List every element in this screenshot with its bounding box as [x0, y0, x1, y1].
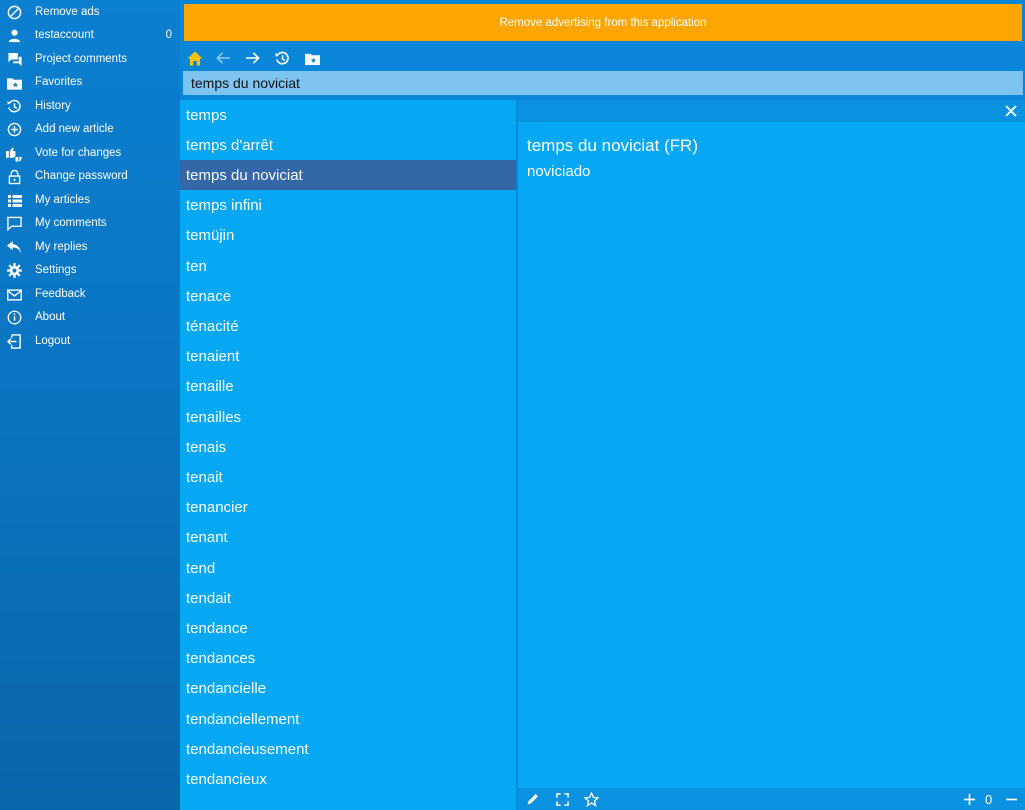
sidebar-item-label: Favorites — [35, 76, 83, 88]
list-item[interactable]: temps du noviciat — [180, 160, 516, 191]
list-item[interactable]: temps — [180, 100, 516, 130]
fullscreen-icon[interactable] — [554, 791, 570, 807]
folder-star-icon — [6, 74, 23, 91]
sidebar-item-logout[interactable]: Logout — [0, 330, 180, 353]
history-icon[interactable] — [272, 48, 292, 68]
list-item[interactable]: ténacité — [180, 311, 516, 341]
forward-arrow-icon[interactable] — [242, 48, 262, 68]
article-title: temps du noviciat (FR) — [527, 136, 698, 155]
article-header-bar — [518, 100, 1025, 122]
list-item[interactable]: tendances — [180, 644, 516, 674]
back-arrow-icon[interactable] — [213, 48, 233, 68]
list-item[interactable]: tendancieusement — [180, 734, 516, 764]
sidebar-item-label: Vote for changes — [35, 147, 122, 159]
sidebar-item-feedback[interactable]: Feedback — [0, 283, 180, 306]
sidebar-item-change-password[interactable]: Change password — [0, 165, 180, 188]
sidebar-item-favorites[interactable]: Favorites — [0, 71, 180, 94]
sidebar-item-about[interactable]: About — [0, 306, 180, 329]
thumbs-icon — [6, 145, 23, 162]
sidebar-item-vote[interactable]: Vote for changes — [0, 142, 180, 165]
edit-icon[interactable] — [525, 791, 541, 807]
sidebar-item-label: Change password — [35, 170, 128, 182]
mail-icon — [6, 286, 23, 303]
sidebar-item-label: Logout — [35, 335, 71, 347]
sidebar-item-label: Add new article — [35, 123, 114, 135]
sidebar-item-label: My articles — [35, 194, 90, 206]
sidebar-item-label: testaccount — [35, 29, 94, 41]
list-item[interactable]: temüjin — [180, 221, 516, 251]
list-item[interactable]: temps infini — [180, 191, 516, 221]
sidebar-item-label: Feedback — [35, 288, 86, 300]
article-footer-bar: 0 — [518, 788, 1025, 810]
sidebar-item-label: Settings — [35, 264, 77, 276]
search-input[interactable] — [183, 71, 1023, 95]
comments-icon — [6, 51, 23, 68]
list-item[interactable]: tenait — [180, 462, 516, 492]
sidebar-item-project-comments[interactable]: Project comments — [0, 48, 180, 71]
block-icon — [6, 4, 23, 21]
sidebar-item-my-articles[interactable]: My articles — [0, 189, 180, 212]
article-translation: noviciado — [527, 163, 591, 180]
sidebar-item-my-comments[interactable]: My comments — [0, 212, 180, 235]
logout-icon — [6, 333, 23, 350]
word-list: temps temps d'arrêt temps du noviciat temps… — [180, 100, 516, 810]
list-item[interactable]: ten — [180, 251, 516, 281]
comment-icon — [6, 215, 23, 232]
user-icon — [6, 27, 23, 44]
article-panel: temps du noviciat (FR) noviciado 0 — [518, 100, 1025, 810]
list-item[interactable]: tendancielle — [180, 674, 516, 704]
list-item[interactable]: tendait — [180, 583, 516, 613]
zoom-in-icon[interactable] — [961, 791, 977, 807]
main-area: Remove advertising from this application… — [180, 0, 1025, 810]
zoom-out-icon[interactable] — [1003, 791, 1019, 807]
sidebar-item-label: Project comments — [35, 53, 128, 65]
list-item[interactable]: tenailles — [180, 402, 516, 432]
reply-icon — [6, 239, 23, 256]
sidebar-item-label: My replies — [35, 241, 88, 253]
sidebar-item-label: About — [35, 311, 66, 323]
gear-icon — [6, 262, 23, 279]
list-item[interactable]: tenais — [180, 432, 516, 462]
sidebar-item-label: Remove ads — [35, 6, 100, 18]
list-item[interactable]: tenancier — [180, 493, 516, 523]
sidebar-item-label: My comments — [35, 217, 107, 229]
list-item[interactable]: tenant — [180, 523, 516, 553]
star-icon[interactable] — [583, 791, 599, 807]
list-item[interactable]: tendancieux — [180, 764, 516, 794]
comment-count: 0 — [165, 29, 172, 41]
plus-circle-icon — [6, 121, 23, 138]
list-item[interactable]: tendance — [180, 613, 516, 643]
folder-star-icon[interactable] — [302, 48, 322, 68]
toolbar — [180, 44, 1025, 72]
info-icon — [6, 309, 23, 326]
list-icon — [6, 192, 23, 209]
zoom-level: 0 — [985, 792, 993, 807]
list-item[interactable]: tend — [180, 553, 516, 583]
list-item[interactable]: tenaille — [180, 372, 516, 402]
list-item[interactable]: tendanciellement — [180, 704, 516, 734]
remove-ads-banner[interactable]: Remove advertising from this application — [184, 4, 1022, 41]
list-item[interactable]: temps d'arrêt — [180, 130, 516, 160]
list-item[interactable]: tenace — [180, 281, 516, 311]
sidebar-item-label: History — [35, 100, 71, 112]
sidebar-item-settings[interactable]: Settings — [0, 259, 180, 282]
home-icon[interactable] — [185, 48, 205, 68]
sidebar-item-account[interactable]: testaccount 0 — [0, 24, 180, 47]
sidebar-item-add-article[interactable]: Add new article — [0, 118, 180, 141]
lock-icon — [6, 168, 23, 185]
sidebar-item-history[interactable]: History — [0, 95, 180, 118]
sidebar-item-my-replies[interactable]: My replies — [0, 236, 180, 259]
sidebar: Remove ads testaccount 0 Project comment… — [0, 0, 180, 810]
list-item[interactable]: tenaient — [180, 342, 516, 372]
sidebar-item-remove-ads[interactable]: Remove ads — [0, 1, 180, 24]
close-icon[interactable] — [1003, 103, 1019, 119]
history-icon — [6, 98, 23, 115]
